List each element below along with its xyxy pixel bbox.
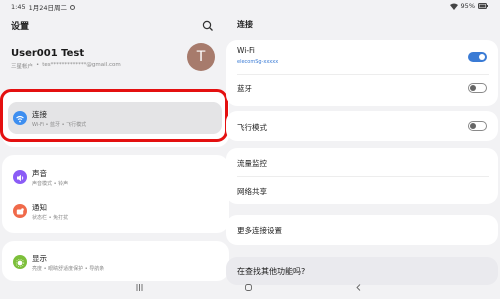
wifi-network-name: elecomSg-xxxxx [237,59,279,65]
airplane-mode-toggle[interactable] [468,121,487,131]
settings-title: 设置 [11,22,30,32]
account-label: 三星帐户 [11,64,34,70]
connections-page-title: 连接 [237,20,253,29]
home-icon [245,284,252,291]
notification-icon [13,204,27,218]
more-connection-settings-item[interactable]: 更多连接设置 [237,225,489,236]
display-brightness-icon [13,255,27,269]
wifi-label: Wi-Fi [237,46,255,55]
looking-for-something-else: 在查找其他功能吗? [237,267,306,276]
divider [237,176,489,177]
menu-item-display[interactable]: 显示 亮度 • 眼睛舒适度保护 • 导航条 [8,246,222,278]
airplane-card: 飞行模式 [226,111,498,141]
wifi-signal-icon [449,3,458,10]
navigation-bar [0,280,500,299]
menu-item-notifications[interactable]: 通知 状态栏 • 免打扰 [8,195,222,227]
back-icon [356,284,361,291]
divider [237,74,489,75]
home-button[interactable] [244,283,253,295]
bluetooth-label: 蓝牙 [237,84,252,93]
account-email: tes*************@gmail.com [42,62,121,68]
speaker-icon [13,170,27,184]
status-time: 1:45 [11,3,26,11]
sound-notification-card: 声音 声音模式 • 铃声 通知 状态栏 • 免打扰 [2,155,229,233]
battery-icon [478,3,488,9]
search-button[interactable] [201,18,215,32]
menu-item-label: 声音 [32,169,47,178]
data-hotspot-card: 流量监控 网络共享 [226,148,498,204]
notification-dot-icon [70,4,76,10]
menu-item-label: 显示 [32,254,47,263]
battery-percent: 95% [460,2,475,10]
menu-item-sub: 状态栏 • 免打扰 [32,215,69,221]
more-settings-card: 更多连接设置 [226,215,498,245]
status-bar: 1:45 1月24日周二 95% [0,0,500,12]
recent-apps-icon [136,284,143,291]
airplane-mode-label[interactable]: 飞行模式 [237,122,489,133]
menu-item-sub: 亮度 • 眼睛舒适度保护 • 导航条 [32,266,105,272]
search-icon [202,20,213,31]
wifi-bluetooth-card: Wi-Fi elecomSg-xxxxx 蓝牙 [226,40,498,106]
data-usage-item[interactable]: 流量监控 [237,158,489,169]
menu-item-label: 通知 [32,203,47,212]
status-date: 1月24日周二 [28,4,68,12]
back-button[interactable] [354,283,363,295]
settings-menu-panel: 设置 User001 Test 三星帐户 • tes*************@… [0,12,232,281]
wifi-toggle[interactable] [468,52,487,62]
recent-apps-button[interactable] [135,283,144,295]
bluetooth-toggle[interactable] [468,83,487,93]
avatar[interactable]: T [187,43,215,71]
display-card: 显示 亮度 • 眼睛舒适度保护 • 导航条 [2,241,229,281]
menu-item-sound[interactable]: 声音 声音模式 • 铃声 [8,161,222,193]
hotspot-item[interactable]: 网络共享 [237,186,489,197]
selection-highlight-annotation [0,89,228,142]
menu-item-sub: 声音模式 • 铃声 [32,181,69,187]
